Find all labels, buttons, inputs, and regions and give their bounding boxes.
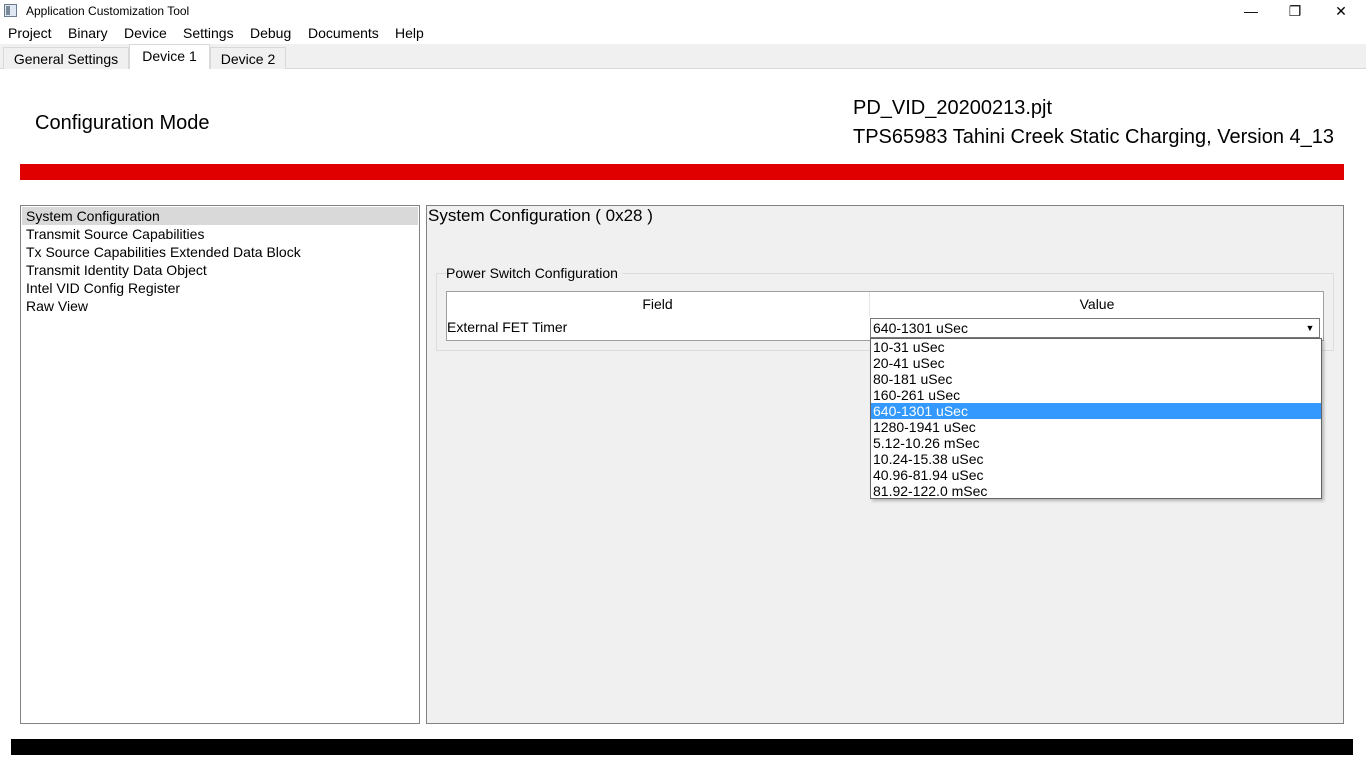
detail-title: System Configuration ( 0x28 ) [428,206,653,225]
config-nav-list: System Configuration Transmit Source Cap… [20,205,420,724]
dropdown-option[interactable]: 160-261 uSec [871,387,1321,403]
device-description: TPS65983 Tahini Creek Static Charging, V… [853,126,1335,148]
nav-item-intel-vid-config-register[interactable]: Intel VID Config Register [22,279,418,297]
nav-item-tx-source-capabilities-extended[interactable]: Tx Source Capabilities Extended Data Blo… [22,243,418,261]
nav-item-transmit-identity-data-object[interactable]: Transmit Identity Data Object [22,261,418,279]
restore-button[interactable]: ❐ [1272,0,1318,22]
fet-timer-dropdown-list: 10-31 uSec 20-41 uSec 80-181 uSec 160-26… [870,338,1322,499]
dropdown-option[interactable]: 10-31 uSec [871,339,1321,355]
menu-documents[interactable]: Documents [308,25,379,41]
window-title: Application Customization Tool [26,4,190,18]
nav-item-system-configuration[interactable]: System Configuration [22,207,418,225]
status-bar [11,739,1353,755]
menu-debug[interactable]: Debug [250,25,291,41]
field-cell: External FET Timer [447,319,568,335]
fet-timer-combobox[interactable]: 640-1301 uSec [870,318,1320,338]
project-file-name: PD_VID_20200213.pjt [853,97,1053,119]
chevron-down-icon[interactable]: ▼ [1302,320,1318,336]
dropdown-option[interactable]: 40.96-81.94 uSec [871,467,1321,483]
group-title: Power Switch Configuration [446,265,622,281]
tab-general-settings[interactable]: General Settings [3,47,129,69]
menu-device[interactable]: Device [124,25,167,41]
mode-label: Configuration Mode [35,112,210,134]
dropdown-option[interactable]: 5.12-10.26 mSec [871,435,1321,451]
dropdown-option-selected[interactable]: 640-1301 uSec [871,403,1321,419]
dropdown-option[interactable]: 10.24-15.38 uSec [871,451,1321,467]
column-header-field[interactable]: Field [447,292,868,316]
tab-device-1[interactable]: Device 1 [129,44,210,69]
menu-bar: Project Binary Device Settings Debug Doc… [0,22,1366,44]
menu-binary[interactable]: Binary [68,25,108,41]
tab-strip: General Settings Device 1 Device 2 [0,44,1366,69]
header-accent-bar [20,164,1344,180]
column-header-value[interactable]: Value [869,292,1324,316]
menu-project[interactable]: Project [8,25,52,41]
dropdown-option[interactable]: 20-41 uSec [871,355,1321,371]
nav-item-raw-view[interactable]: Raw View [22,297,418,315]
menu-settings[interactable]: Settings [183,25,234,41]
dropdown-option[interactable]: 81.92-122.0 mSec [871,483,1321,499]
title-bar [0,0,1366,22]
menu-help[interactable]: Help [395,25,424,41]
minimize-button[interactable]: — [1228,0,1274,22]
close-button[interactable]: ✕ [1318,0,1364,22]
app-icon [4,4,17,17]
tab-device-2[interactable]: Device 2 [210,47,286,69]
dropdown-option[interactable]: 80-181 uSec [871,371,1321,387]
dropdown-option[interactable]: 1280-1941 uSec [871,419,1321,435]
nav-item-transmit-source-capabilities[interactable]: Transmit Source Capabilities [22,225,418,243]
